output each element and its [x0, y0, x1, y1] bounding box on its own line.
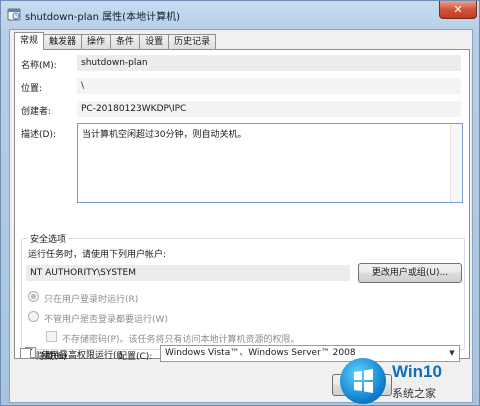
dialog-client-area: 常规 触发器 操作 条件 设置 历史记录 名称(M): shutdown-pla…	[9, 29, 473, 403]
location-label: 位置:	[21, 84, 43, 94]
location-field: \	[77, 78, 461, 94]
description-textarea[interactable]: 当计算机空闲超过30分钟，则自动关机。	[77, 123, 463, 203]
close-icon: ✕	[453, 3, 463, 16]
tab-triggers[interactable]: 触发器	[43, 34, 83, 50]
author-field: PC-20180123WKDP\IPC	[77, 101, 461, 117]
account-field: NT AUTHORITY\SYSTEM	[26, 265, 350, 281]
watermark-title: Win10	[392, 362, 442, 381]
description-text: 当计算机空闲超过30分钟，则自动关机。	[82, 130, 247, 140]
win10-logo-mark	[354, 369, 373, 393]
name-field[interactable]: shutdown-plan	[77, 55, 461, 71]
properties-window: shutdown-plan 属性(本地计算机) ✕ 常规 触发器 操作 条件 设…	[0, 0, 480, 406]
win10-logo-icon	[340, 358, 386, 404]
description-scrollbar[interactable]	[450, 124, 462, 202]
tab-settings[interactable]: 设置	[139, 34, 170, 50]
no-store-password-label: 不存储密码(P)。该任务将只有访问本地计算机资源的权限。	[62, 335, 300, 345]
radio-run-whether-logged-on[interactable]	[28, 311, 39, 322]
name-label: 名称(M):	[21, 61, 57, 71]
description-label: 描述(D):	[21, 130, 56, 140]
change-user-button[interactable]: 更改用户或组(U)...	[358, 263, 462, 283]
title-bar[interactable]: shutdown-plan 属性(本地计算机) ✕	[1, 1, 479, 28]
security-options-title: 安全选项	[28, 232, 69, 245]
security-options-group: 安全选项 运行任务时，请使用下列用户帐户: NT AUTHORITY\SYSTE…	[21, 232, 465, 350]
configure-label: 配置(C):	[118, 352, 153, 362]
tab-actions[interactable]: 操作	[81, 34, 112, 50]
watermark-subtitle: 系统之家	[392, 387, 436, 400]
hidden-label: 隐藏(E)	[36, 352, 67, 362]
author-label: 创建者:	[21, 107, 52, 117]
watermark: Win10 系统之家	[340, 358, 480, 404]
radio-run-whether-logged-on-label: 不管用户是否登录都要运行(W)	[44, 315, 168, 325]
tab-general[interactable]: 常规	[14, 32, 45, 50]
tab-strip: 常规 触发器 操作 条件 设置 历史记录	[14, 32, 217, 50]
tab-history[interactable]: 历史记录	[168, 34, 217, 50]
no-store-password-checkbox[interactable]	[46, 331, 57, 342]
radio-run-when-logged-on-label: 只在用户登录时运行(R)	[44, 295, 139, 305]
tab-conditions[interactable]: 条件	[110, 34, 141, 50]
general-tab-panel: 名称(M): shutdown-plan 位置: \ 创建者: PC-20180…	[14, 49, 470, 361]
window-title: shutdown-plan 属性(本地计算机)	[25, 12, 180, 23]
run-as-prompt: 运行任务时，请使用下列用户帐户:	[28, 250, 167, 260]
hidden-checkbox[interactable]	[20, 348, 31, 359]
close-button[interactable]: ✕	[439, 1, 477, 19]
radio-run-when-logged-on[interactable]	[28, 291, 39, 302]
configure-select-value: Windows Vista™、Windows Server™ 2008	[165, 348, 356, 358]
task-scheduler-icon	[7, 8, 21, 21]
